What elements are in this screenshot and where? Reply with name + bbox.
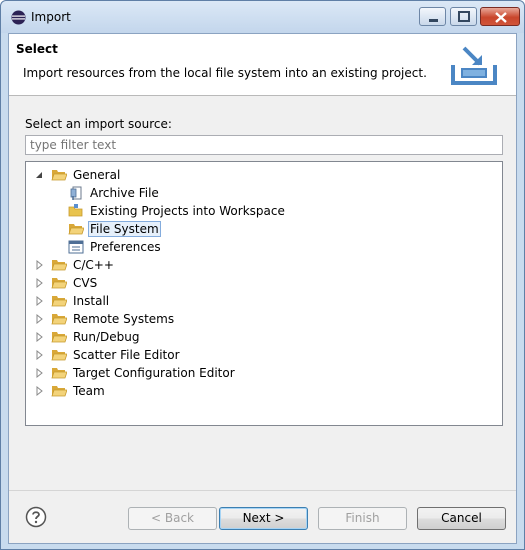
- filter-input[interactable]: [25, 135, 503, 155]
- tree-item-label: Run/Debug: [73, 330, 140, 344]
- title-bar[interactable]: Import: [1, 1, 524, 33]
- maximize-button[interactable]: [450, 7, 477, 26]
- collapsed-triangle-icon[interactable]: [34, 332, 44, 342]
- tree-item-label: Team: [73, 384, 105, 398]
- tree-item-label: Archive File: [90, 186, 159, 200]
- close-icon: [495, 12, 507, 23]
- tree-item-archive-file[interactable]: Archive File: [68, 184, 161, 202]
- collapsed-triangle-icon[interactable]: [34, 314, 44, 324]
- wizard-banner: Select Import resources from the local f…: [9, 34, 516, 96]
- tree-item-scatter-file-editor[interactable]: Scatter File Editor: [34, 346, 182, 364]
- finish-button[interactable]: Finish: [318, 507, 407, 530]
- folder-open-icon: [51, 296, 67, 307]
- page-title: Select: [16, 42, 58, 56]
- expanded-triangle-icon[interactable]: [34, 170, 44, 180]
- folder-open-icon: [51, 170, 67, 181]
- tree-item-existing-projects[interactable]: Existing Projects into Workspace: [68, 202, 287, 220]
- minimize-button[interactable]: [419, 7, 446, 26]
- tree-item-cvs[interactable]: CVS: [34, 274, 99, 292]
- import-source-tree[interactable]: General Archive File Existing Projects i…: [25, 161, 503, 426]
- collapsed-triangle-icon[interactable]: [34, 368, 44, 378]
- maximize-icon: [458, 11, 470, 22]
- eclipse-icon: [11, 10, 26, 25]
- page-description: Import resources from the local file sys…: [23, 66, 427, 80]
- minimize-icon: [429, 19, 438, 22]
- tree-item-label: Target Configuration Editor: [73, 366, 235, 380]
- tree-item-team[interactable]: Team: [34, 382, 107, 400]
- tree-item-label: Scatter File Editor: [73, 348, 180, 362]
- project-folder-icon: [68, 204, 83, 217]
- tree-item-label: General: [73, 168, 121, 182]
- collapsed-triangle-icon[interactable]: [34, 278, 44, 288]
- tree-item-cpp[interactable]: C/C++: [34, 256, 116, 274]
- collapsed-triangle-icon[interactable]: [34, 296, 44, 306]
- folder-open-icon: [51, 260, 67, 271]
- folder-open-icon: [51, 314, 67, 325]
- close-button[interactable]: [480, 7, 520, 26]
- button-bar-divider: [9, 490, 516, 491]
- import-wizard-icon: [451, 46, 497, 85]
- next-button[interactable]: Next >: [219, 507, 308, 530]
- tree-item-run-debug[interactable]: Run/Debug: [34, 328, 142, 346]
- folder-open-icon: [68, 224, 84, 235]
- help-icon[interactable]: [25, 506, 47, 528]
- folder-open-icon: [51, 386, 67, 397]
- tree-item-install[interactable]: Install: [34, 292, 111, 310]
- collapsed-triangle-icon[interactable]: [34, 260, 44, 270]
- archive-file-icon: [70, 186, 82, 200]
- tree-item-file-system[interactable]: File System: [68, 220, 161, 238]
- tree-item-label: C/C++: [73, 258, 114, 272]
- folder-open-icon: [51, 350, 67, 361]
- folder-open-icon: [51, 332, 67, 343]
- back-button[interactable]: < Back: [128, 507, 217, 530]
- tree-item-label: Remote Systems: [73, 312, 175, 326]
- collapsed-triangle-icon[interactable]: [34, 350, 44, 360]
- folder-open-icon: [51, 368, 67, 379]
- collapsed-triangle-icon[interactable]: [34, 386, 44, 396]
- tree-item-label: File System: [88, 221, 161, 237]
- tree-item-label: Existing Projects into Workspace: [90, 204, 285, 218]
- preferences-icon: [68, 240, 84, 254]
- tree-item-label: Install: [73, 294, 110, 308]
- tree-item-general[interactable]: General: [34, 166, 122, 184]
- folder-open-icon: [51, 278, 67, 289]
- window-title: Import: [31, 10, 71, 24]
- import-source-label: Select an import source:: [25, 117, 172, 131]
- tree-item-preferences[interactable]: Preferences: [68, 238, 163, 256]
- tree-item-remote-systems[interactable]: Remote Systems: [34, 310, 176, 328]
- tree-item-label: CVS: [73, 276, 98, 290]
- tree-item-label: Preferences: [90, 240, 161, 254]
- tree-item-target-configuration-editor[interactable]: Target Configuration Editor: [34, 364, 237, 382]
- import-dialog: Import Select Import resources from the …: [0, 0, 525, 550]
- cancel-button[interactable]: Cancel: [417, 507, 506, 530]
- dialog-body: Select Import resources from the local f…: [8, 33, 517, 544]
